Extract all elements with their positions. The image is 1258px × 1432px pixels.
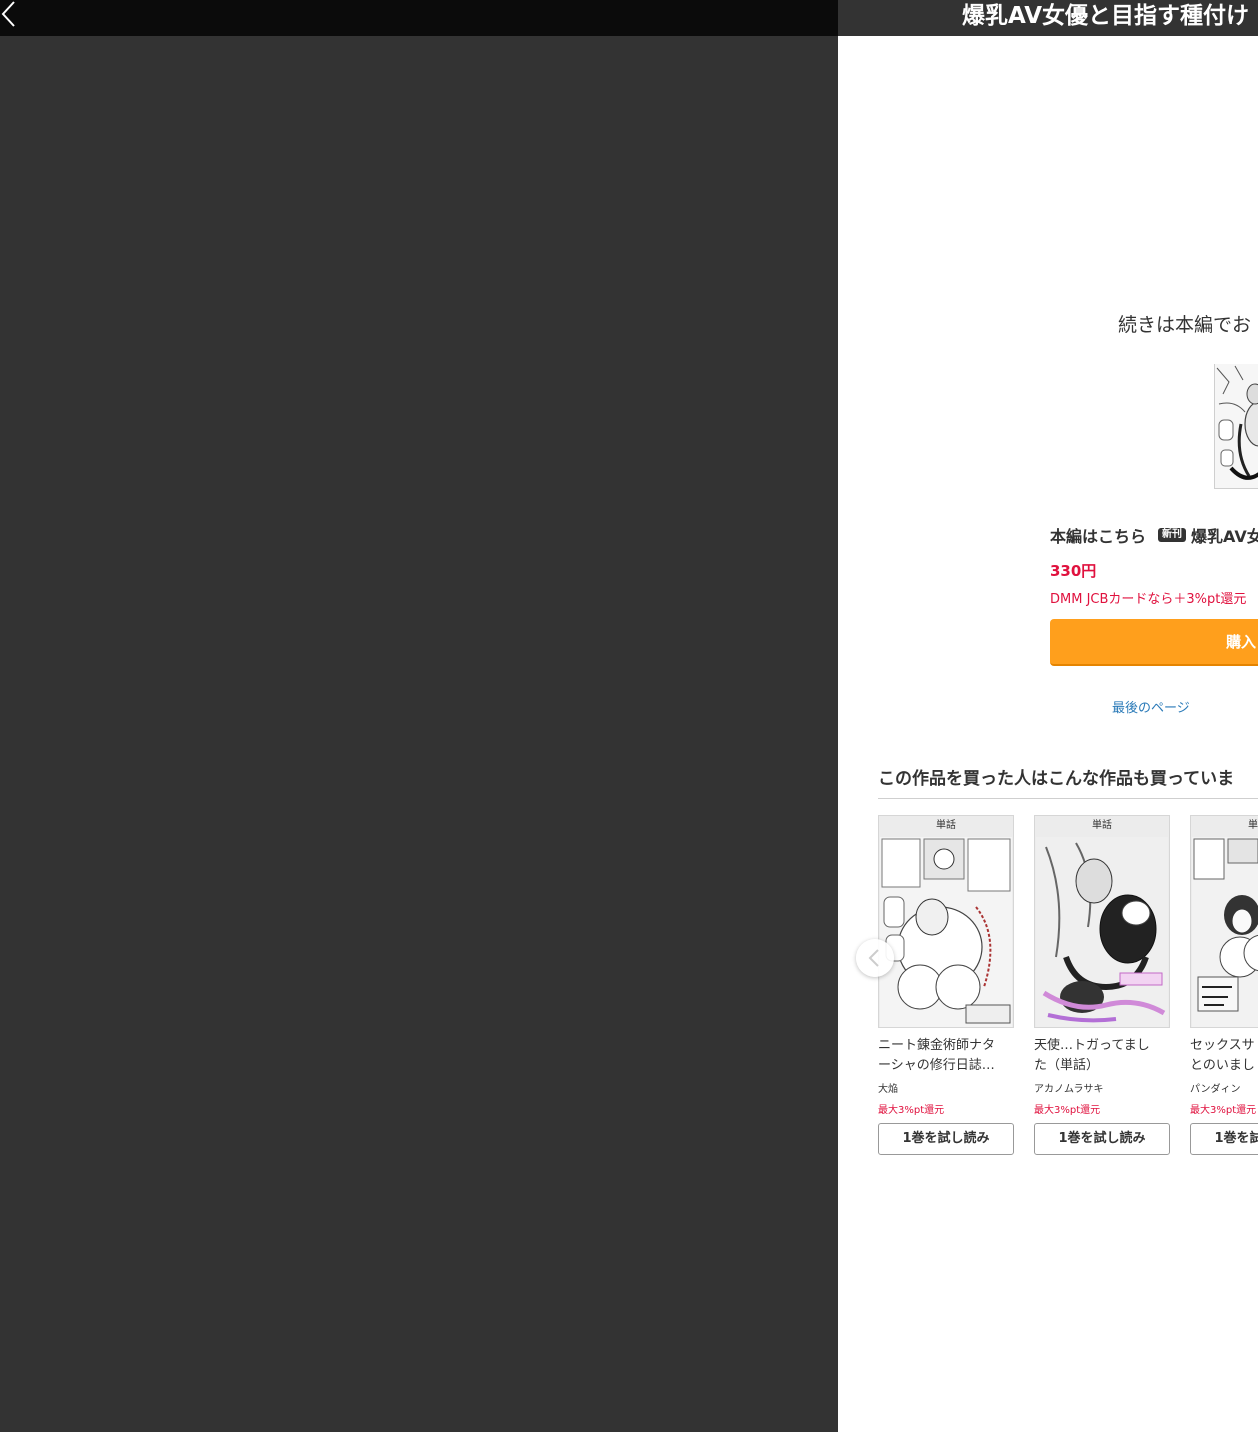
page-title: 爆乳AV女優と目指す種付け [962, 3, 1250, 29]
recommendation-author[interactable]: パンダィン [1190, 1080, 1258, 1095]
buy-button-label: 購入 [1226, 633, 1257, 651]
viewer-area[interactable] [0, 36, 838, 1432]
divider [878, 798, 1258, 799]
main-book-title[interactable]: 爆乳AV女 [1191, 527, 1258, 546]
recommendation-point: 最大3%pt還元 [1034, 1105, 1101, 1116]
cover-art-image [1036, 837, 1168, 1027]
carousel-prev-button[interactable] [856, 939, 894, 977]
recommendations-heading: この作品を買った人はこんな作品も買っていま [878, 769, 1235, 789]
book-cover-thumbnail[interactable] [1214, 364, 1258, 489]
last-page-link[interactable]: 最後のページ [1112, 697, 1190, 716]
recommendation-cover[interactable]: 単話 [1190, 815, 1258, 1028]
recommendation-author[interactable]: アカノムラサキ [1034, 1080, 1170, 1095]
recommendation-type-label: 単話 [1092, 820, 1112, 831]
recommendation-point: 最大3%pt還元 [1190, 1105, 1257, 1116]
recommendation-type-label: 単話 [936, 820, 956, 831]
trial-read-button[interactable]: 1巻を試し読み [1034, 1123, 1170, 1155]
top-bar: 爆乳AV女優と目指す種付け [0, 0, 1258, 36]
recommendation-title-line[interactable]: ーシャの修行日誌… [878, 1056, 1014, 1076]
recommendation-cover[interactable]: 単話 [878, 815, 1014, 1028]
new-release-badge: 新刊 [1158, 528, 1187, 542]
back-button[interactable] [0, 0, 22, 30]
recommendation-item[interactable]: 単話 ニート錬金術師ナタ ーシャの修行日誌… 大焔 最大3%pt還元 1巻を試し… [878, 815, 1014, 1155]
cover-art-image [880, 837, 1012, 1027]
buy-button[interactable]: 購入 [1050, 619, 1258, 666]
recommendation-title-line[interactable]: ニート錬金術師ナタ [878, 1036, 1014, 1056]
main-book-lead: 本編はこちら [1050, 527, 1147, 546]
recommendation-title-line[interactable]: セックスサ [1190, 1036, 1258, 1056]
recommendation-cover[interactable]: 単話 [1034, 815, 1170, 1028]
recommendation-item[interactable]: 単話 セックスサ とのいまし パンダィン 最大3%pt還元 1巻を試し読み [1190, 815, 1258, 1155]
title-bar: 爆乳AV女優と目指す種付け [838, 0, 1258, 36]
trial-read-button[interactable]: 1巻を試し読み [1190, 1123, 1258, 1155]
recommendation-point: 最大3%pt還元 [878, 1105, 945, 1116]
recommendation-title-line[interactable]: とのいまし [1190, 1056, 1258, 1076]
end-of-preview-panel: 続きは本編でお 本編はこちら 新刊 爆乳AV女 330円 DMM JCBカードなら＋… [838, 36, 1258, 1432]
recommendation-type-label: 単話 [1248, 820, 1258, 831]
chevron-left-icon [868, 949, 879, 967]
main-book-row: 本編はこちら 新刊 爆乳AV女 [1050, 523, 1258, 547]
trial-read-button[interactable]: 1巻を試し読み [878, 1123, 1014, 1155]
price: 330円 [1050, 562, 1097, 580]
recommendation-author[interactable]: 大焔 [878, 1080, 1014, 1095]
chevron-left-icon [1, 1, 15, 27]
recommendation-item[interactable]: 単話 天使…トガってまし た（単話） アカノムラサキ 最大3%pt還元 1巻を試… [1034, 815, 1170, 1155]
point-return-note: DMM JCBカードなら＋3%pt還元 [1050, 592, 1247, 607]
recommendation-title-line[interactable]: た（単話） [1034, 1056, 1170, 1076]
continue-message: 続きは本編でお [1118, 314, 1252, 336]
cover-art-image [1192, 837, 1258, 1027]
cover-art-image [1215, 364, 1258, 488]
recommendation-title-line[interactable]: 天使…トガってまし [1034, 1036, 1170, 1056]
